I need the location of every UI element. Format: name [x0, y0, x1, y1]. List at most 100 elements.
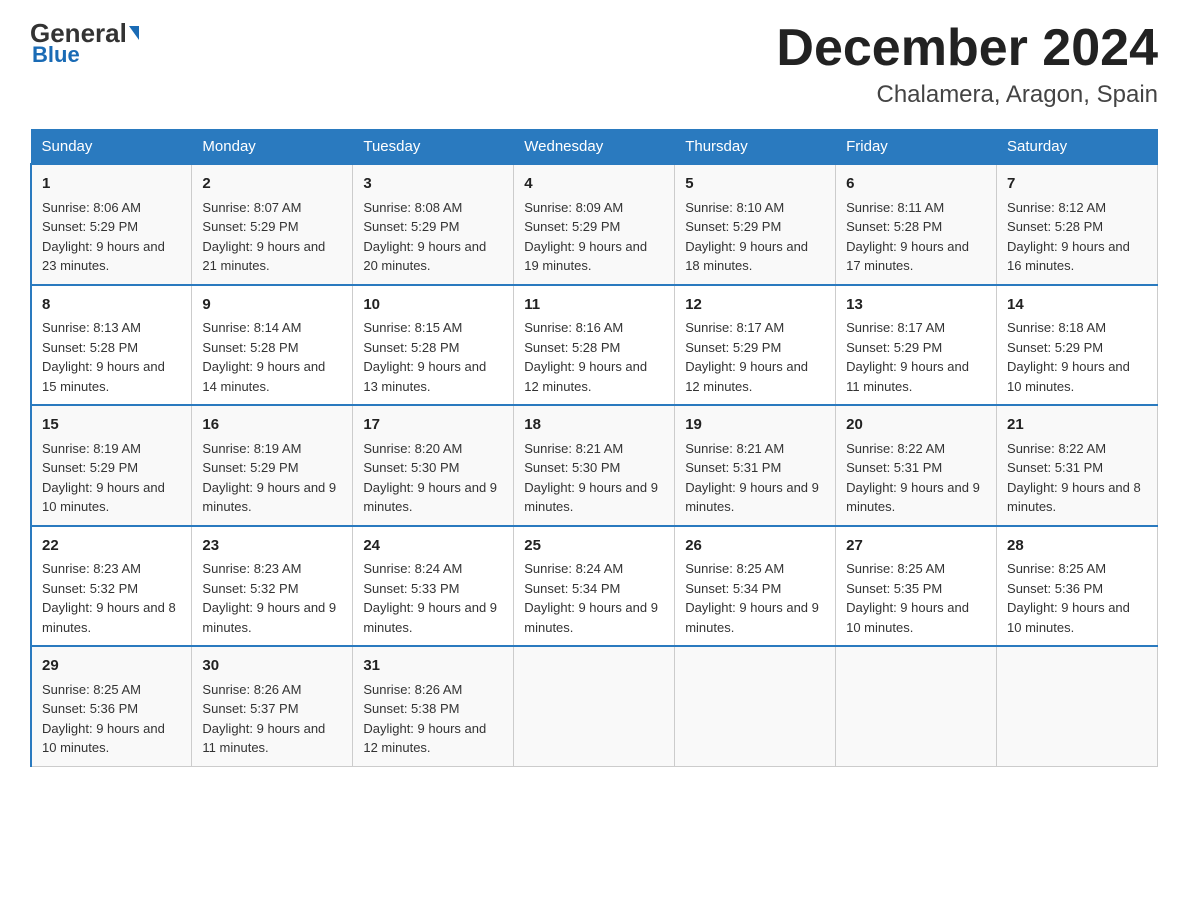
day-number: 20 — [846, 414, 986, 437]
day-sunset: Sunset: 5:29 PM — [42, 460, 138, 475]
day-daylight: Daylight: 9 hours and 9 minutes. — [202, 480, 336, 515]
day-daylight: Daylight: 9 hours and 8 minutes. — [1007, 480, 1141, 515]
day-sunset: Sunset: 5:31 PM — [846, 460, 942, 475]
day-number: 15 — [42, 414, 181, 437]
day-daylight: Daylight: 9 hours and 9 minutes. — [524, 600, 658, 635]
page-header: General Blue December 2024 Chalamera, Ar… — [30, 20, 1158, 109]
calendar-cell: 7 Sunrise: 8:12 AM Sunset: 5:28 PM Dayli… — [997, 164, 1158, 285]
day-sunrise: Sunrise: 8:17 AM — [846, 320, 945, 335]
day-sunrise: Sunrise: 8:25 AM — [42, 682, 141, 697]
day-daylight: Daylight: 9 hours and 10 minutes. — [42, 480, 165, 515]
calendar-cell: 10 Sunrise: 8:15 AM Sunset: 5:28 PM Dayl… — [353, 285, 514, 406]
day-number: 12 — [685, 294, 825, 317]
day-daylight: Daylight: 9 hours and 9 minutes. — [685, 600, 819, 635]
day-sunset: Sunset: 5:34 PM — [685, 581, 781, 596]
day-number: 1 — [42, 173, 181, 196]
day-sunrise: Sunrise: 8:07 AM — [202, 200, 301, 215]
day-daylight: Daylight: 9 hours and 13 minutes. — [363, 359, 486, 394]
day-sunrise: Sunrise: 8:21 AM — [524, 441, 623, 456]
day-sunset: Sunset: 5:28 PM — [1007, 219, 1103, 234]
day-daylight: Daylight: 9 hours and 17 minutes. — [846, 239, 969, 274]
calendar-cell: 13 Sunrise: 8:17 AM Sunset: 5:29 PM Dayl… — [836, 285, 997, 406]
header-monday: Monday — [192, 130, 353, 165]
day-sunset: Sunset: 5:28 PM — [363, 340, 459, 355]
day-sunset: Sunset: 5:29 PM — [202, 219, 298, 234]
day-number: 5 — [685, 173, 825, 196]
day-sunset: Sunset: 5:29 PM — [685, 219, 781, 234]
calendar-title: December 2024 — [776, 20, 1158, 77]
day-number: 26 — [685, 535, 825, 558]
day-sunset: Sunset: 5:32 PM — [42, 581, 138, 596]
calendar-cell — [836, 646, 997, 766]
calendar-cell: 26 Sunrise: 8:25 AM Sunset: 5:34 PM Dayl… — [675, 526, 836, 647]
day-daylight: Daylight: 9 hours and 23 minutes. — [42, 239, 165, 274]
calendar-cell: 30 Sunrise: 8:26 AM Sunset: 5:37 PM Dayl… — [192, 646, 353, 766]
day-sunrise: Sunrise: 8:25 AM — [685, 561, 784, 576]
day-number: 9 — [202, 294, 342, 317]
day-daylight: Daylight: 9 hours and 16 minutes. — [1007, 239, 1130, 274]
day-sunrise: Sunrise: 8:14 AM — [202, 320, 301, 335]
calendar-cell: 8 Sunrise: 8:13 AM Sunset: 5:28 PM Dayli… — [31, 285, 192, 406]
day-number: 28 — [1007, 535, 1147, 558]
day-sunset: Sunset: 5:28 PM — [202, 340, 298, 355]
day-sunrise: Sunrise: 8:13 AM — [42, 320, 141, 335]
calendar-cell: 9 Sunrise: 8:14 AM Sunset: 5:28 PM Dayli… — [192, 285, 353, 406]
calendar-cell: 4 Sunrise: 8:09 AM Sunset: 5:29 PM Dayli… — [514, 164, 675, 285]
calendar-cell — [675, 646, 836, 766]
day-number: 19 — [685, 414, 825, 437]
calendar-cell: 1 Sunrise: 8:06 AM Sunset: 5:29 PM Dayli… — [31, 164, 192, 285]
day-sunset: Sunset: 5:35 PM — [846, 581, 942, 596]
day-sunset: Sunset: 5:28 PM — [524, 340, 620, 355]
calendar-cell: 22 Sunrise: 8:23 AM Sunset: 5:32 PM Dayl… — [31, 526, 192, 647]
day-sunrise: Sunrise: 8:21 AM — [685, 441, 784, 456]
day-sunset: Sunset: 5:28 PM — [846, 219, 942, 234]
calendar-cell: 11 Sunrise: 8:16 AM Sunset: 5:28 PM Dayl… — [514, 285, 675, 406]
week-row-3: 15 Sunrise: 8:19 AM Sunset: 5:29 PM Dayl… — [31, 405, 1158, 526]
calendar-cell: 14 Sunrise: 8:18 AM Sunset: 5:29 PM Dayl… — [997, 285, 1158, 406]
calendar-table: Sunday Monday Tuesday Wednesday Thursday… — [30, 129, 1158, 767]
week-row-1: 1 Sunrise: 8:06 AM Sunset: 5:29 PM Dayli… — [31, 164, 1158, 285]
day-sunrise: Sunrise: 8:19 AM — [202, 441, 301, 456]
day-sunrise: Sunrise: 8:22 AM — [846, 441, 945, 456]
header-friday: Friday — [836, 130, 997, 165]
day-number: 13 — [846, 294, 986, 317]
day-daylight: Daylight: 9 hours and 12 minutes. — [685, 359, 808, 394]
day-number: 6 — [846, 173, 986, 196]
calendar-cell: 21 Sunrise: 8:22 AM Sunset: 5:31 PM Dayl… — [997, 405, 1158, 526]
calendar-cell: 23 Sunrise: 8:23 AM Sunset: 5:32 PM Dayl… — [192, 526, 353, 647]
calendar-cell: 3 Sunrise: 8:08 AM Sunset: 5:29 PM Dayli… — [353, 164, 514, 285]
day-sunset: Sunset: 5:37 PM — [202, 701, 298, 716]
day-sunrise: Sunrise: 8:25 AM — [1007, 561, 1106, 576]
day-number: 17 — [363, 414, 503, 437]
day-daylight: Daylight: 9 hours and 15 minutes. — [42, 359, 165, 394]
day-number: 29 — [42, 655, 181, 678]
day-number: 25 — [524, 535, 664, 558]
week-row-4: 22 Sunrise: 8:23 AM Sunset: 5:32 PM Dayl… — [31, 526, 1158, 647]
day-number: 4 — [524, 173, 664, 196]
day-sunset: Sunset: 5:29 PM — [1007, 340, 1103, 355]
calendar-cell: 31 Sunrise: 8:26 AM Sunset: 5:38 PM Dayl… — [353, 646, 514, 766]
header-row: Sunday Monday Tuesday Wednesday Thursday… — [31, 130, 1158, 165]
calendar-cell: 27 Sunrise: 8:25 AM Sunset: 5:35 PM Dayl… — [836, 526, 997, 647]
day-daylight: Daylight: 9 hours and 9 minutes. — [363, 600, 497, 635]
day-number: 7 — [1007, 173, 1147, 196]
calendar-cell: 18 Sunrise: 8:21 AM Sunset: 5:30 PM Dayl… — [514, 405, 675, 526]
day-sunrise: Sunrise: 8:09 AM — [524, 200, 623, 215]
calendar-cell: 29 Sunrise: 8:25 AM Sunset: 5:36 PM Dayl… — [31, 646, 192, 766]
day-daylight: Daylight: 9 hours and 21 minutes. — [202, 239, 325, 274]
day-sunrise: Sunrise: 8:06 AM — [42, 200, 141, 215]
calendar-cell — [997, 646, 1158, 766]
day-daylight: Daylight: 9 hours and 9 minutes. — [524, 480, 658, 515]
day-sunrise: Sunrise: 8:26 AM — [202, 682, 301, 697]
day-sunset: Sunset: 5:29 PM — [685, 340, 781, 355]
header-sunday: Sunday — [31, 130, 192, 165]
day-number: 11 — [524, 294, 664, 317]
day-number: 16 — [202, 414, 342, 437]
day-sunrise: Sunrise: 8:18 AM — [1007, 320, 1106, 335]
calendar-cell: 25 Sunrise: 8:24 AM Sunset: 5:34 PM Dayl… — [514, 526, 675, 647]
logo: General Blue — [30, 20, 139, 68]
day-sunset: Sunset: 5:30 PM — [363, 460, 459, 475]
calendar-body: 1 Sunrise: 8:06 AM Sunset: 5:29 PM Dayli… — [31, 164, 1158, 766]
calendar-cell: 19 Sunrise: 8:21 AM Sunset: 5:31 PM Dayl… — [675, 405, 836, 526]
day-number: 31 — [363, 655, 503, 678]
